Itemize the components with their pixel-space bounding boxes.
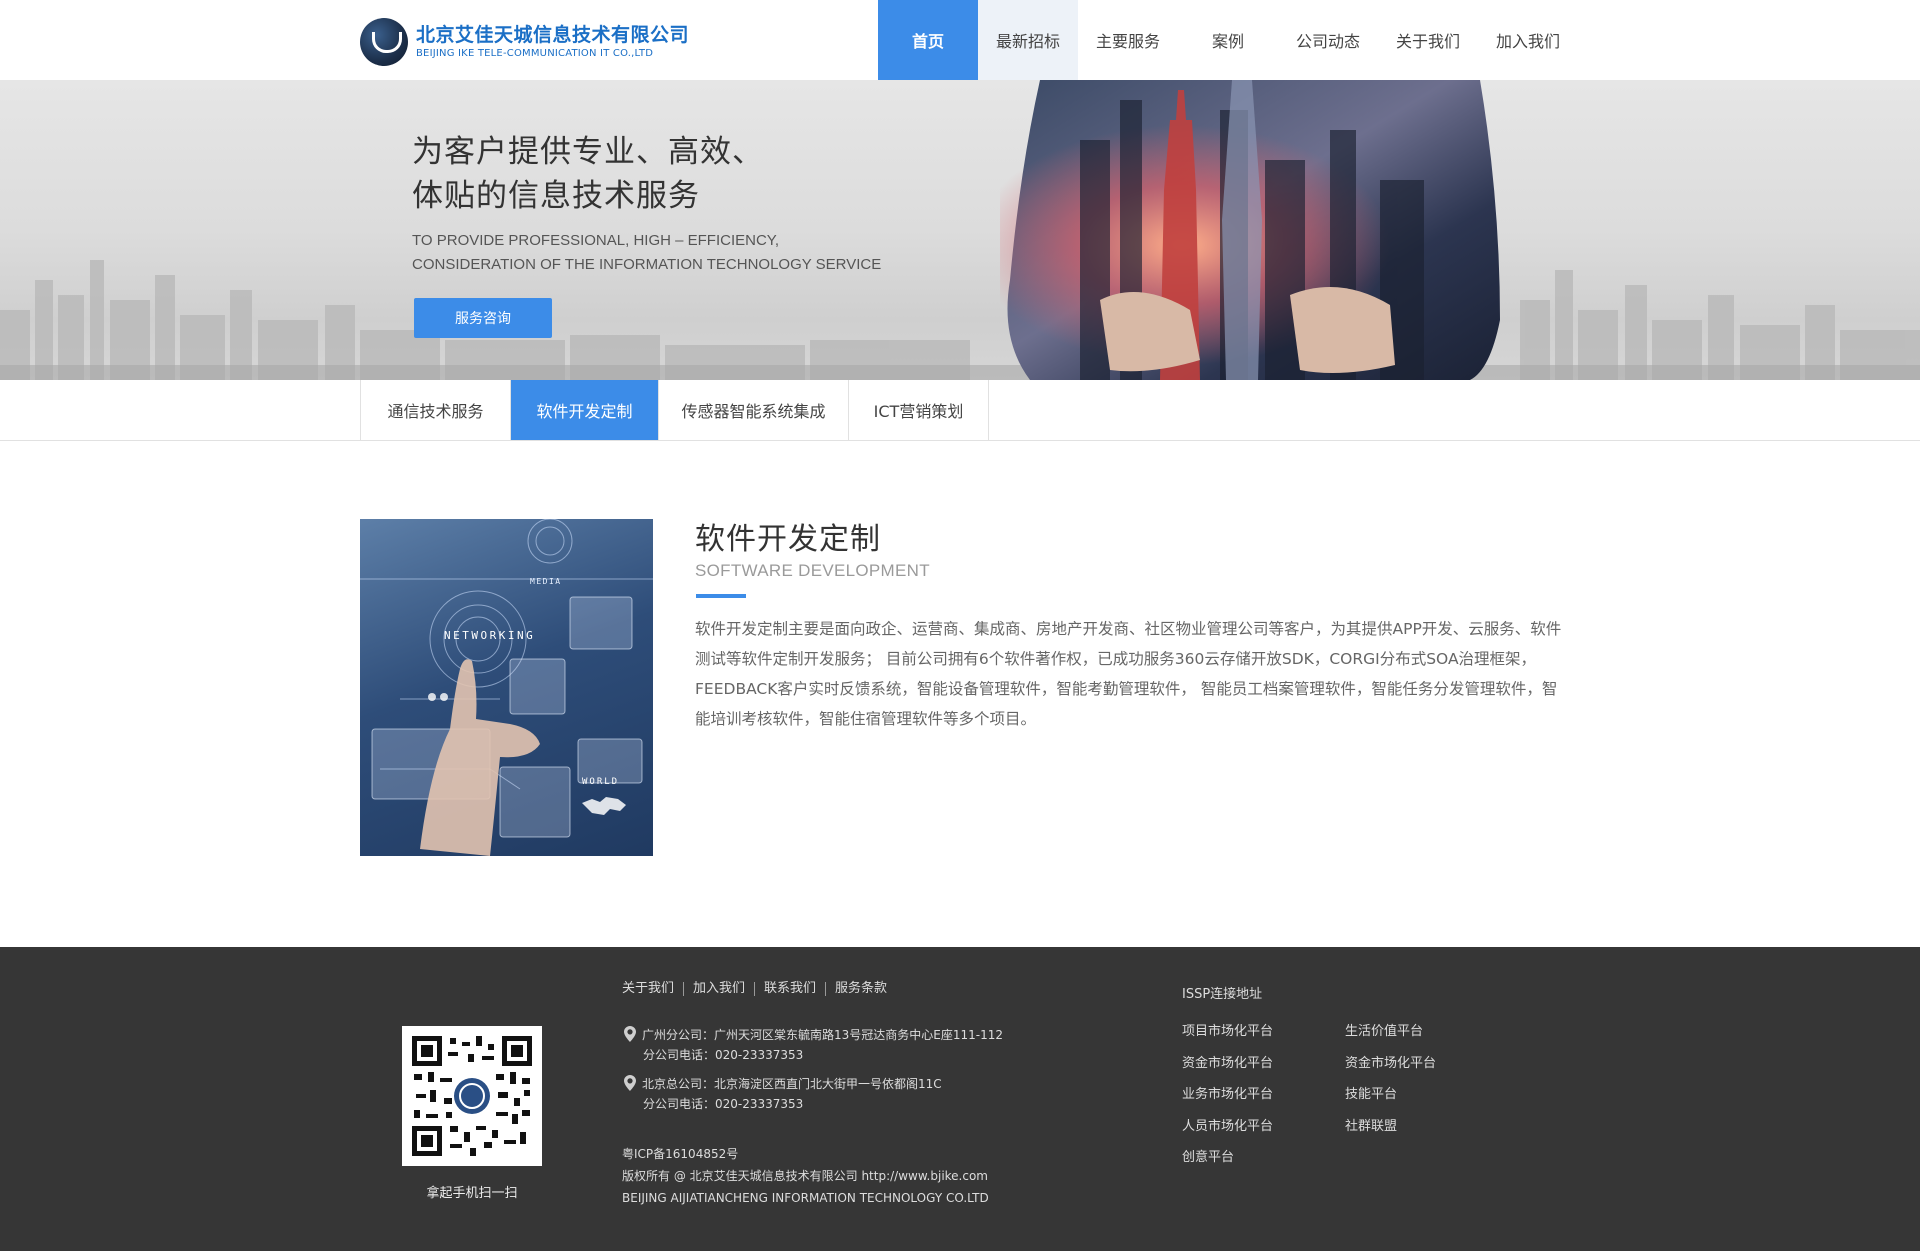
image-text-media: MEDIA — [530, 577, 562, 586]
footer-links: 关于我们 加入我们 联系我们 服务条款 — [622, 982, 896, 996]
image-text-networking: NETWORKING — [444, 629, 535, 642]
beijing-address: 北京总公司：北京海淀区西直门北大街甲一号依都阁11C 分公司电话：020-233… — [624, 1074, 942, 1114]
logo[interactable]: 北京艾佳天城信息技术有限公司 BEIJING IKE TELE-COMMUNIC… — [360, 17, 689, 67]
footer-copyright: 粤ICP备16104852号 版权所有 @ 北京艾佳天城信息技术有限公司 htt… — [622, 1143, 989, 1209]
logo-company-name: 北京艾佳天城信息技术有限公司 — [416, 23, 690, 46]
issp-links-col1: 项目市场化平台 资金市场化平台 业务市场化平台 人员市场化平台 创意平台 — [1182, 1020, 1273, 1178]
issp-link-skills[interactable]: 技能平台 — [1345, 1083, 1436, 1115]
tab-software-development[interactable]: 软件开发定制 — [511, 380, 659, 440]
qr-caption: 拿起手机扫一扫 — [426, 1186, 518, 1201]
main-nav: 首页 最新招标 主要服务 案例 公司动态 关于我们 加入我们 — [878, 0, 1578, 80]
content-description: 软件开发定制主要是面向政企、运营商、集成商、房地产开发商、社区物业管理公司等客户… — [695, 620, 1562, 728]
hero-banner: 为客户提供专业、高效、 体贴的信息技术服务 TO PROVIDE PROFESS… — [0, 80, 1920, 380]
title-underline — [696, 594, 746, 598]
nav-services[interactable]: 主要服务 — [1078, 0, 1178, 80]
logo-emblem-icon — [360, 18, 408, 66]
consult-button[interactable]: 服务咨询 — [414, 298, 552, 338]
footer-link-contact[interactable]: 联系我们 — [754, 982, 825, 996]
qr-code — [402, 1026, 542, 1166]
issp-link-creative[interactable]: 创意平台 — [1182, 1146, 1273, 1178]
issp-link-project-market[interactable]: 项目市场化平台 — [1182, 1020, 1273, 1052]
company-name-en: BEIJING AIJIATIANCHENG INFORMATION TECHN… — [622, 1191, 989, 1205]
tab-ict-marketing[interactable]: ICT营销策划 — [849, 380, 989, 440]
issp-links-col2: 生活价值平台 资金市场化平台 技能平台 社群联盟 — [1345, 1020, 1436, 1146]
tab-communication-services[interactable]: 通信技术服务 — [361, 380, 511, 440]
guangzhou-address: 广州分公司：广州天河区棠东毓南路13号冠达商务中心E座111-112 分公司电话… — [624, 1025, 1003, 1065]
issp-link-personnel-market[interactable]: 人员市场化平台 — [1182, 1115, 1273, 1147]
nav-cases[interactable]: 案例 — [1178, 0, 1278, 80]
icp-number: 粤ICP备16104852号 — [622, 1147, 739, 1161]
nav-join[interactable]: 加入我们 — [1478, 0, 1578, 80]
site-footer: 拿起手机扫一扫 关于我们 加入我们 联系我们 服务条款 广州分公司：广州天河区棠… — [0, 947, 1920, 1251]
logo-company-name-en: BEIJING IKE TELE-COMMUNICATION IT CO.,LT… — [416, 47, 654, 59]
service-tabs-bar: 通信技术服务 软件开发定制 传感器智能系统集成 ICT营销策划 — [0, 380, 1920, 441]
issp-title: ISSP连接地址 — [1182, 987, 1263, 1002]
content-subtitle-en: SOFTWARE DEVELOPMENT — [695, 561, 930, 580]
city-skyline-image — [0, 260, 1920, 380]
nav-latest-bids[interactable]: 最新招标 — [978, 0, 1078, 80]
location-pin-icon — [624, 1026, 636, 1042]
banner-headline: 为客户提供专业、高效、 体贴的信息技术服务 — [412, 134, 764, 214]
image-text-world: WORLD — [582, 777, 619, 787]
footer-link-about[interactable]: 关于我们 — [622, 982, 683, 996]
issp-link-business-market[interactable]: 业务市场化平台 — [1182, 1083, 1273, 1115]
service-tabs: 通信技术服务 软件开发定制 传感器智能系统集成 ICT营销策划 — [360, 380, 989, 440]
businessman-city-image — [1000, 80, 1520, 380]
copyright-text: 版权所有 @ 北京艾佳天城信息技术有限公司 http://www.bjike.c… — [622, 1169, 988, 1183]
tab-sensor-integration[interactable]: 传感器智能系统集成 — [659, 380, 849, 440]
issp-link-capital-market[interactable]: 资金市场化平台 — [1182, 1052, 1273, 1084]
nav-news[interactable]: 公司动态 — [1278, 0, 1378, 80]
content-title: 软件开发定制 — [695, 522, 881, 557]
issp-link-life-value[interactable]: 生活价值平台 — [1345, 1020, 1436, 1052]
nav-about[interactable]: 关于我们 — [1378, 0, 1478, 80]
site-header: 北京艾佳天城信息技术有限公司 BEIJING IKE TELE-COMMUNIC… — [0, 0, 1920, 80]
location-pin-icon — [624, 1075, 636, 1091]
footer-link-join[interactable]: 加入我们 — [683, 982, 754, 996]
software-development-image: NETWORKING MEDIA WORLD — [360, 519, 653, 856]
issp-link-capital-market-2[interactable]: 资金市场化平台 — [1345, 1052, 1436, 1084]
issp-link-community[interactable]: 社群联盟 — [1345, 1115, 1436, 1147]
banner-subtitle-en: TO PROVIDE PROFESSIONAL, HIGH – EFFICIEN… — [412, 232, 882, 273]
footer-link-terms[interactable]: 服务条款 — [825, 982, 896, 996]
nav-home[interactable]: 首页 — [878, 0, 978, 80]
